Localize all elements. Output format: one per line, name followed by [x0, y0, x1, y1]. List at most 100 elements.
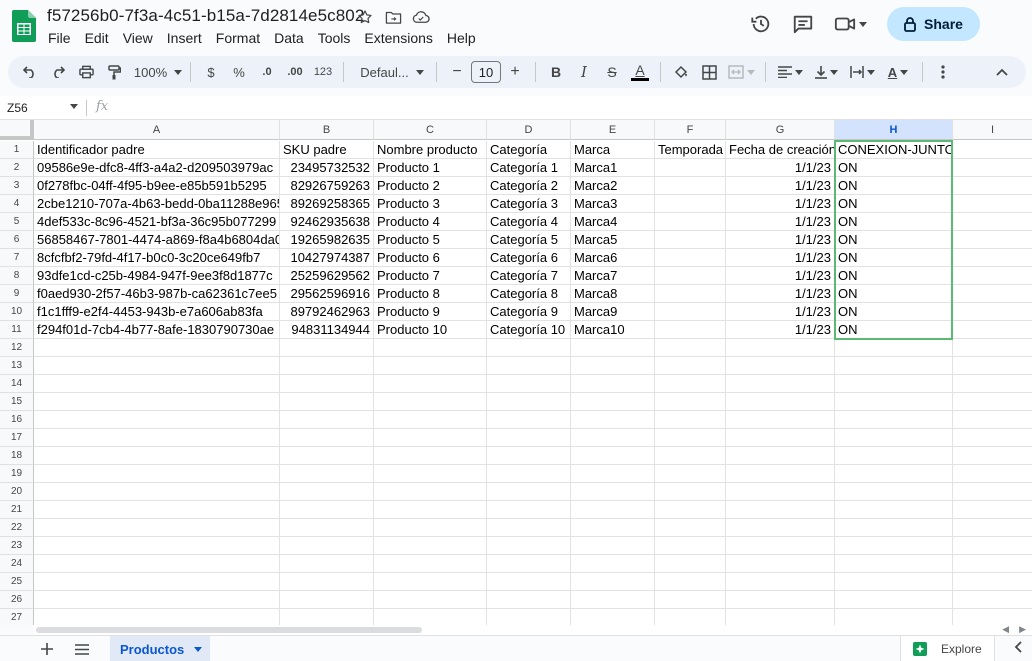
cell-c8[interactable]: Producto 7	[374, 267, 487, 285]
cell-b1[interactable]: SKU padre	[280, 141, 374, 159]
cell-i8[interactable]	[953, 267, 1032, 285]
cell-c20[interactable]	[374, 483, 487, 501]
cell-d18[interactable]	[487, 447, 571, 465]
redo-icon[interactable]	[44, 58, 72, 86]
cell-e7[interactable]: Marca6	[571, 249, 655, 267]
menu-tools[interactable]: Tools	[311, 28, 358, 48]
cell-d16[interactable]	[487, 411, 571, 429]
cell-i11[interactable]	[953, 321, 1032, 339]
cell-h10[interactable]: ON	[835, 303, 953, 321]
cell-g25[interactable]	[726, 573, 835, 591]
column-header-i[interactable]: I	[953, 120, 1032, 140]
cell-h7[interactable]: ON	[835, 249, 953, 267]
cell-g6[interactable]: 1/1/23	[726, 231, 835, 249]
column-header-d[interactable]: D	[487, 120, 571, 140]
cell-g22[interactable]	[726, 519, 835, 537]
cell-c12[interactable]	[374, 339, 487, 357]
share-button[interactable]: Share	[887, 7, 980, 41]
cell-e14[interactable]	[571, 375, 655, 393]
cell-a6[interactable]: 56858467-7801-4474-a869-f8a4b6804da0	[34, 231, 280, 249]
row-header-14[interactable]: 14	[0, 375, 34, 393]
cell-f17[interactable]	[655, 429, 726, 447]
cell-i7[interactable]	[953, 249, 1032, 267]
font-size-input[interactable]: 10	[471, 61, 501, 83]
borders-icon[interactable]	[695, 58, 723, 86]
add-sheet-icon[interactable]	[35, 639, 59, 659]
cell-b22[interactable]	[280, 519, 374, 537]
all-sheets-icon[interactable]	[70, 639, 94, 659]
name-box[interactable]: Z56	[0, 96, 86, 120]
cell-d11[interactable]: Categoría 10	[487, 321, 571, 339]
cell-a18[interactable]	[34, 447, 280, 465]
cell-a3[interactable]: 0f278fbc-04ff-4f95-b9ee-e85b591b5295	[34, 177, 280, 195]
column-header-g[interactable]: G	[726, 120, 835, 140]
cell-a23[interactable]	[34, 537, 280, 555]
cell-a19[interactable]	[34, 465, 280, 483]
cell-h12[interactable]	[835, 339, 953, 357]
cell-h19[interactable]	[835, 465, 953, 483]
cell-f27[interactable]	[655, 609, 726, 625]
row-header-3[interactable]: 3	[0, 177, 34, 195]
cell-i10[interactable]	[953, 303, 1032, 321]
menu-insert[interactable]: Insert	[160, 28, 209, 48]
cell-b7[interactable]: 10427974387	[280, 249, 374, 267]
horizontal-scrollbar[interactable]: ◀ ▶	[34, 624, 1032, 635]
cell-b20[interactable]	[280, 483, 374, 501]
undo-icon[interactable]	[16, 58, 44, 86]
cell-g4[interactable]: 1/1/23	[726, 195, 835, 213]
cell-a7[interactable]: 8cfcfbf2-79fd-4f17-b0c0-3c20ce649fb7	[34, 249, 280, 267]
cell-f10[interactable]	[655, 303, 726, 321]
cell-d13[interactable]	[487, 357, 571, 375]
font-size-increase-button[interactable]: +	[501, 58, 529, 86]
cell-h21[interactable]	[835, 501, 953, 519]
cell-h17[interactable]	[835, 429, 953, 447]
cell-e16[interactable]	[571, 411, 655, 429]
cell-i1[interactable]	[953, 141, 1032, 159]
menu-format[interactable]: Format	[209, 28, 267, 48]
cell-b18[interactable]	[280, 447, 374, 465]
cell-h27[interactable]	[835, 609, 953, 625]
cell-c3[interactable]: Producto 2	[374, 177, 487, 195]
cell-g16[interactable]	[726, 411, 835, 429]
row-header-26[interactable]: 26	[0, 591, 34, 609]
cell-c15[interactable]	[374, 393, 487, 411]
cell-g13[interactable]	[726, 357, 835, 375]
column-header-f[interactable]: F	[655, 120, 726, 140]
cell-i5[interactable]	[953, 213, 1032, 231]
row-header-19[interactable]: 19	[0, 465, 34, 483]
cell-d15[interactable]	[487, 393, 571, 411]
cell-f15[interactable]	[655, 393, 726, 411]
cell-f22[interactable]	[655, 519, 726, 537]
cell-a10[interactable]: f1c1fff9-e2f4-4453-943b-e7a606ab83fa	[34, 303, 280, 321]
column-header-c[interactable]: C	[374, 120, 487, 140]
explore-button[interactable]: Explore	[900, 636, 995, 661]
cell-i2[interactable]	[953, 159, 1032, 177]
cell-a27[interactable]	[34, 609, 280, 625]
cell-h25[interactable]	[835, 573, 953, 591]
cell-e10[interactable]: Marca9	[571, 303, 655, 321]
cell-h11[interactable]: ON	[835, 321, 953, 339]
cell-a4[interactable]: 2cbe1210-707a-4b63-bedd-0ba11288e965	[34, 195, 280, 213]
cell-d6[interactable]: Categoría 5	[487, 231, 571, 249]
cell-g14[interactable]	[726, 375, 835, 393]
row-header-2[interactable]: 2	[0, 159, 34, 177]
fill-color-icon[interactable]	[667, 58, 695, 86]
cell-c25[interactable]	[374, 573, 487, 591]
cell-c18[interactable]	[374, 447, 487, 465]
cell-b26[interactable]	[280, 591, 374, 609]
cell-g11[interactable]: 1/1/23	[726, 321, 835, 339]
paint-format-icon[interactable]	[100, 58, 128, 86]
cell-a2[interactable]: 09586e9e-dfc8-4ff3-a4a2-d209503979ac	[34, 159, 280, 177]
cell-f8[interactable]	[655, 267, 726, 285]
cell-i4[interactable]	[953, 195, 1032, 213]
row-header-23[interactable]: 23	[0, 537, 34, 555]
cell-e18[interactable]	[571, 447, 655, 465]
row-header-17[interactable]: 17	[0, 429, 34, 447]
menu-edit[interactable]: Edit	[78, 28, 116, 48]
cell-b3[interactable]: 82926759263	[280, 177, 374, 195]
star-icon[interactable]	[355, 7, 375, 27]
cell-h6[interactable]: ON	[835, 231, 953, 249]
cell-a21[interactable]	[34, 501, 280, 519]
cell-i23[interactable]	[953, 537, 1032, 555]
cell-b13[interactable]	[280, 357, 374, 375]
